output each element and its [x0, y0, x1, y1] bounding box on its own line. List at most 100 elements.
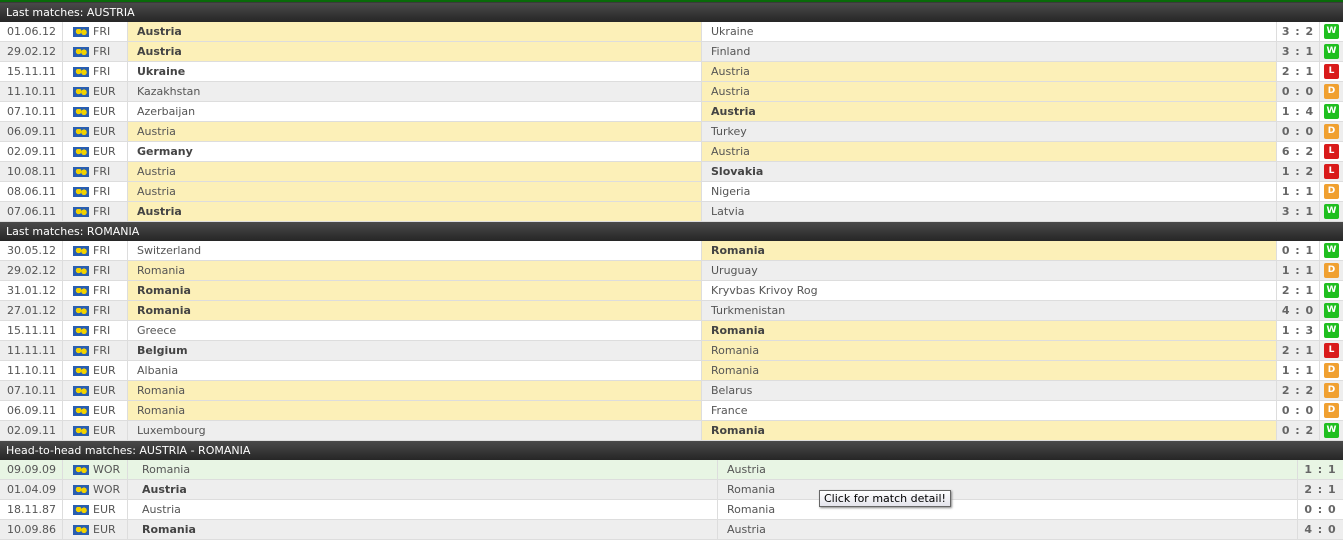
away-team[interactable]: Kryvbas Krivoy Rog [702, 281, 1277, 300]
score[interactable]: 1 : 1 [1277, 182, 1320, 201]
away-team[interactable]: Austria [718, 460, 1298, 479]
match-row[interactable]: 07.06.11 FRI Austria Latvia 3 : 1 W [0, 202, 1343, 222]
match-row[interactable]: 02.09.11 EUR Germany Austria 6 : 2 L [0, 142, 1343, 162]
away-team[interactable]: Turkey [702, 122, 1277, 141]
score[interactable]: 1 : 1 [1277, 361, 1320, 380]
away-team[interactable]: Finland [702, 42, 1277, 61]
score[interactable]: 1 : 2 [1277, 162, 1320, 181]
home-team[interactable]: Romania [128, 281, 702, 300]
match-row[interactable]: 10.09.86 EUR Romania Austria 4 : 0 [0, 520, 1343, 540]
home-team[interactable]: Romania [128, 381, 702, 400]
away-team[interactable]: Romania [718, 500, 1298, 519]
match-row[interactable]: 29.02.12 FRI Romania Uruguay 1 : 1 D [0, 261, 1343, 281]
home-team[interactable]: Romania [128, 520, 718, 539]
away-team[interactable]: Belarus [702, 381, 1277, 400]
score[interactable]: 1 : 3 [1277, 321, 1320, 340]
match-row[interactable]: 01.04.09 WOR Austria Romania 2 : 1 [0, 480, 1343, 500]
score[interactable]: 2 : 1 [1277, 341, 1320, 360]
home-team[interactable]: Austria [128, 182, 702, 201]
away-team[interactable]: Nigeria [702, 182, 1277, 201]
home-team[interactable]: Belgium [128, 341, 702, 360]
away-team[interactable]: Austria [702, 142, 1277, 161]
match-row[interactable]: 15.11.11 FRI Greece Romania 1 : 3 W [0, 321, 1343, 341]
score[interactable]: 1 : 4 [1277, 102, 1320, 121]
match-row[interactable]: 09.09.09 WOR Romania Austria 1 : 1 [0, 460, 1343, 480]
match-row[interactable]: 29.02.12 FRI Austria Finland 3 : 1 W [0, 42, 1343, 62]
score[interactable]: 0 : 0 [1277, 122, 1320, 141]
result-badge: W [1324, 243, 1339, 258]
match-row[interactable]: 06.09.11 EUR Austria Turkey 0 : 0 D [0, 122, 1343, 142]
home-team[interactable]: Romania [128, 460, 718, 479]
away-team[interactable]: Austria [702, 102, 1277, 121]
home-team[interactable]: Romania [128, 301, 702, 320]
match-row[interactable]: 31.01.12 FRI Romania Kryvbas Krivoy Rog 2 : … [0, 281, 1343, 301]
away-team[interactable]: Romania [702, 321, 1277, 340]
score[interactable]: 0 : 2 [1277, 421, 1320, 440]
score[interactable]: 2 : 1 [1298, 480, 1343, 499]
home-team[interactable]: Luxembourg [128, 421, 702, 440]
match-row[interactable]: 11.10.11 EUR Kazakhstan Austria 0 : 0 D [0, 82, 1343, 102]
home-team[interactable]: Germany [128, 142, 702, 161]
score[interactable]: 6 : 2 [1277, 142, 1320, 161]
home-team[interactable]: Austria [128, 480, 718, 499]
match-row[interactable]: 07.10.11 EUR Azerbaijan Austria 1 : 4 W [0, 102, 1343, 122]
score[interactable]: 2 : 2 [1277, 381, 1320, 400]
score[interactable]: 3 : 2 [1277, 22, 1320, 41]
score[interactable]: 0 : 0 [1298, 500, 1343, 519]
score[interactable]: 1 : 1 [1277, 261, 1320, 280]
home-team[interactable]: Austria [128, 42, 702, 61]
away-team[interactable]: Romania [702, 241, 1277, 260]
home-team[interactable]: Austria [128, 122, 702, 141]
score[interactable]: 3 : 1 [1277, 202, 1320, 221]
match-row[interactable]: 06.09.11 EUR Romania France 0 : 0 D [0, 401, 1343, 421]
score[interactable]: 1 : 1 [1298, 460, 1343, 479]
away-team[interactable]: Uruguay [702, 261, 1277, 280]
result-cell: D [1320, 182, 1343, 201]
away-team[interactable]: Austria [718, 520, 1298, 539]
match-row[interactable]: 11.10.11 EUR Albania Romania 1 : 1 D [0, 361, 1343, 381]
score[interactable]: 3 : 1 [1277, 42, 1320, 61]
score[interactable]: 0 : 0 [1277, 401, 1320, 420]
match-row[interactable]: 02.09.11 EUR Luxembourg Romania 0 : 2 W [0, 421, 1343, 441]
competition-label: EUR [93, 125, 116, 138]
score[interactable]: 2 : 1 [1277, 281, 1320, 300]
away-team[interactable]: Romania [718, 480, 1298, 499]
match-row[interactable]: 30.05.12 FRI Switzerland Romania 0 : 1 W [0, 241, 1343, 261]
away-team[interactable]: Slovakia [702, 162, 1277, 181]
match-row[interactable]: 18.11.87 EUR Austria Romania 0 : 0 [0, 500, 1343, 520]
home-team[interactable]: Kazakhstan [128, 82, 702, 101]
match-row[interactable]: 15.11.11 FRI Ukraine Austria 2 : 1 L [0, 62, 1343, 82]
home-team[interactable]: Romania [128, 401, 702, 420]
away-team[interactable]: Latvia [702, 202, 1277, 221]
home-team[interactable]: Azerbaijan [128, 102, 702, 121]
away-team[interactable]: Austria [702, 82, 1277, 101]
match-row[interactable]: 07.10.11 EUR Romania Belarus 2 : 2 D [0, 381, 1343, 401]
home-team[interactable]: Albania [128, 361, 702, 380]
home-team[interactable]: Greece [128, 321, 702, 340]
home-team[interactable]: Austria [128, 22, 702, 41]
match-row[interactable]: 11.11.11 FRI Belgium Romania 2 : 1 L [0, 341, 1343, 361]
home-team[interactable]: Switzerland [128, 241, 702, 260]
score[interactable]: 4 : 0 [1298, 520, 1343, 539]
score[interactable]: 4 : 0 [1277, 301, 1320, 320]
away-team[interactable]: Ukraine [702, 22, 1277, 41]
result-badge: D [1324, 124, 1339, 139]
home-team[interactable]: Austria [128, 162, 702, 181]
match-row[interactable]: 08.06.11 FRI Austria Nigeria 1 : 1 D [0, 182, 1343, 202]
match-row[interactable]: 10.08.11 FRI Austria Slovakia 1 : 2 L [0, 162, 1343, 182]
away-team[interactable]: Turkmenistan [702, 301, 1277, 320]
away-team[interactable]: Romania [702, 421, 1277, 440]
score[interactable]: 0 : 1 [1277, 241, 1320, 260]
score[interactable]: 0 : 0 [1277, 82, 1320, 101]
home-team[interactable]: Austria [128, 202, 702, 221]
score[interactable]: 2 : 1 [1277, 62, 1320, 81]
away-team[interactable]: France [702, 401, 1277, 420]
home-team[interactable]: Romania [128, 261, 702, 280]
home-team[interactable]: Ukraine [128, 62, 702, 81]
away-team[interactable]: Romania [702, 341, 1277, 360]
match-row[interactable]: 27.01.12 FRI Romania Turkmenistan 4 : 0 W [0, 301, 1343, 321]
away-team[interactable]: Romania [702, 361, 1277, 380]
match-row[interactable]: 01.06.12 FRI Austria Ukraine 3 : 2 W [0, 22, 1343, 42]
away-team[interactable]: Austria [702, 62, 1277, 81]
home-team[interactable]: Austria [128, 500, 718, 519]
